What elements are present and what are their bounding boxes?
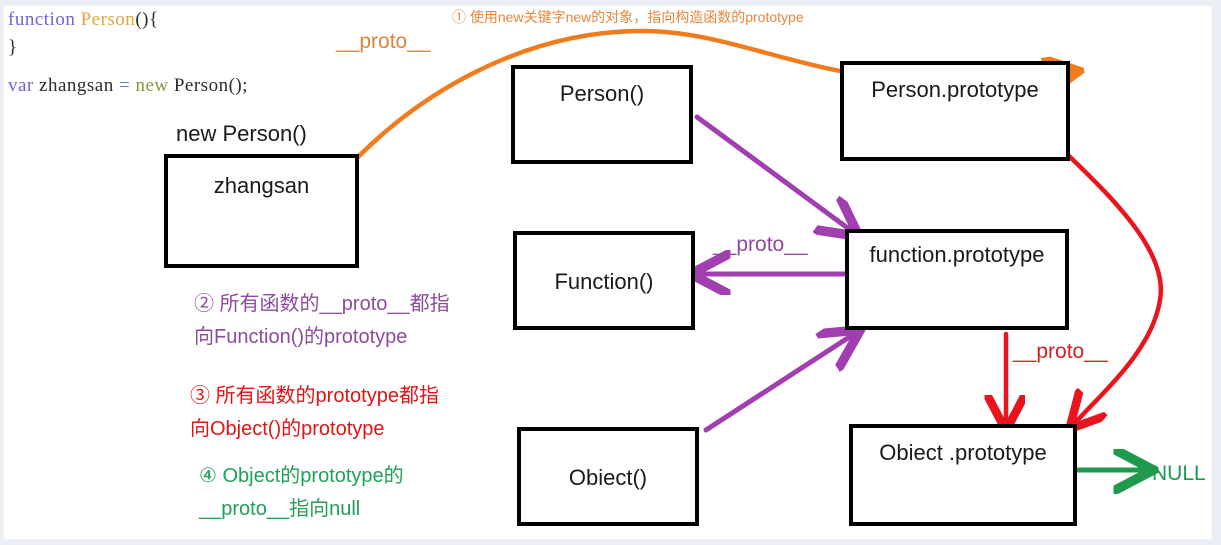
box-function-prototype[interactable]: function.prototype [845,229,1069,330]
annotation-note-3: ③ 所有函数的prototype都指 向Object()的prototype [190,385,439,440]
edge-label-proto-orange: __proto__ [336,30,431,53]
box-object[interactable]: Obiect() [517,427,699,526]
annotation-note-2: ② 所有函数的__proto__都指 向Function()的prototype [194,293,450,348]
code-line-3: var zhangsan = new Person(); [8,75,248,97]
box-object-prototype[interactable]: Obiect .prototype [849,424,1077,526]
code-keyword-new: new [130,75,174,96]
code-function-name: Person [80,9,136,30]
code-variable-name: zhangsan [33,75,119,96]
code-keyword-var: var [8,75,34,96]
code-line-1: function Person(){ [8,9,159,31]
code-line-1-tail: (){ [135,9,159,30]
box-object-prototype-label: Obiect .prototype [879,440,1047,465]
box-function-prototype-label: function.prototype [869,242,1045,267]
box-function-label: Function() [554,269,654,294]
code-constructor-call: Person(); [173,75,248,96]
code-keyword-function: function [8,9,76,30]
box-zhangsan[interactable]: zhangsan [164,154,359,268]
code-line-2: } [8,37,18,58]
box-person-prototype-label: Person.prototype [871,77,1039,102]
box-person[interactable]: Person() [511,65,693,164]
diagram-canvas: function Person(){ } var zhangsan = new … [0,0,1221,545]
edge-label-proto-red: __proto__ [1013,340,1108,363]
zhangsan-box-caption: new Person() [176,121,307,146]
code-assign-operator: = [118,75,131,96]
annotation-note-1: ① 使用new关键字new的对象，指向构造函数的prototype [452,9,804,25]
box-function[interactable]: Function() [513,231,695,330]
box-object-label: Obiect() [568,465,648,490]
edge-label-proto-purple: __proto__ [713,233,808,256]
box-person-label: Person() [559,81,645,106]
null-terminator-label: NULL [1152,462,1206,485]
annotation-note-4: ④ Object的prototype的 __proto__指向null [199,465,404,520]
box-zhangsan-label: zhangsan [213,173,310,198]
box-person-prototype[interactable]: Person.prototype [840,61,1070,161]
